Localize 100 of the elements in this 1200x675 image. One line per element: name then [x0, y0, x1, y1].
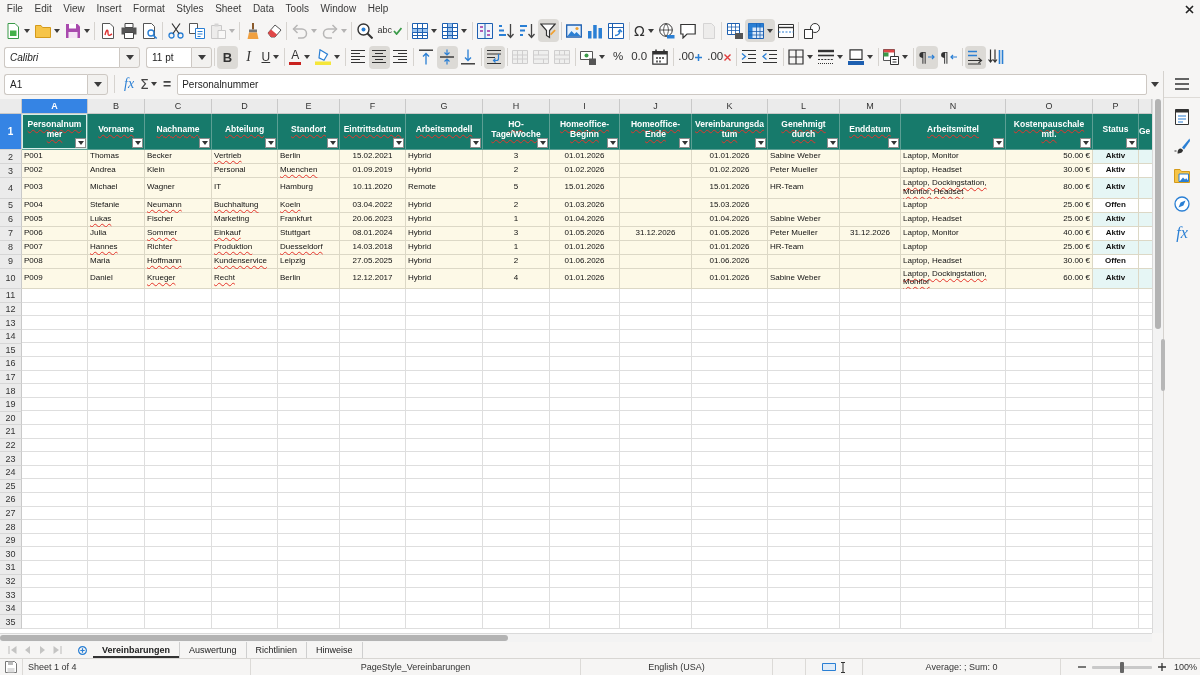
- row-header[interactable]: 3: [0, 164, 22, 178]
- column-header[interactable]: M: [840, 99, 901, 114]
- center-vertically-button[interactable]: [436, 45, 458, 69]
- row-header[interactable]: 4: [0, 178, 22, 199]
- column-header[interactable]: O: [1006, 99, 1093, 114]
- bold-button[interactable]: B: [217, 45, 238, 69]
- text-direction-button[interactable]: [964, 45, 986, 69]
- plus-icon[interactable]: [1157, 663, 1166, 671]
- column-header[interactable]: C: [145, 99, 212, 114]
- delete-decimal-button[interactable]: .00: [704, 45, 734, 69]
- menu-item[interactable]: Data: [247, 2, 280, 16]
- vertical-scrollbar[interactable]: [1152, 99, 1163, 633]
- sheet-tab[interactable]: Hinweise: [307, 642, 363, 658]
- row-header[interactable]: 2: [0, 150, 22, 164]
- row-header[interactable]: 31: [0, 561, 22, 575]
- close-icon[interactable]: [1185, 4, 1194, 14]
- font-size-field[interactable]: 11 pt: [146, 46, 191, 68]
- sheet-tab[interactable]: Auswertung: [180, 642, 247, 658]
- menu-item[interactable]: Format: [127, 2, 171, 16]
- row-header[interactable]: 16: [0, 357, 22, 371]
- filter-button[interactable]: [537, 138, 548, 148]
- right-to-left-button[interactable]: ¶: [937, 45, 960, 69]
- column-header[interactable]: N: [901, 99, 1006, 114]
- menu-item[interactable]: Help: [361, 2, 395, 16]
- sum-button[interactable]: Σ: [137, 74, 160, 94]
- spelling-button[interactable]: abc: [375, 19, 405, 42]
- minus-icon[interactable]: [1077, 666, 1086, 668]
- function-wizard-button[interactable]: fx: [121, 74, 138, 94]
- column-header[interactable]: I: [550, 99, 620, 114]
- menu-item[interactable]: Window: [314, 2, 362, 16]
- filter-button[interactable]: [265, 138, 276, 148]
- filter-button[interactable]: [888, 138, 899, 148]
- zoom-slider-thumb[interactable]: [1119, 661, 1124, 673]
- filter-button[interactable]: [75, 138, 86, 148]
- row-header[interactable]: 11: [0, 289, 22, 303]
- column-header[interactable]: P: [1093, 99, 1139, 114]
- filter-button[interactable]: [827, 138, 838, 148]
- menu-item[interactable]: Insert: [90, 2, 128, 16]
- formula-input[interactable]: Personalnummer: [177, 73, 1147, 95]
- percent-button[interactable]: %: [607, 45, 629, 69]
- filter-button[interactable]: [327, 138, 338, 148]
- dropdown-button[interactable]: [119, 46, 140, 68]
- scrollbar-thumb[interactable]: [1155, 99, 1161, 329]
- functions-button[interactable]: fx: [1168, 218, 1196, 247]
- autofilter-button[interactable]: [537, 19, 559, 42]
- underline-button[interactable]: U: [259, 45, 282, 69]
- filter-button[interactable]: [993, 138, 1004, 148]
- sheet-tab[interactable]: Richtlinien: [246, 642, 308, 658]
- column-header[interactable]: K: [692, 99, 768, 114]
- sidebar-collapse-handle[interactable]: [1161, 339, 1165, 391]
- filter-button[interactable]: [199, 138, 210, 148]
- row-header[interactable]: 21: [0, 425, 22, 439]
- scrollbar-thumb[interactable]: [0, 635, 508, 641]
- filter-button[interactable]: [679, 138, 690, 148]
- filter-button[interactable]: [470, 138, 481, 148]
- row-header[interactable]: 23: [0, 452, 22, 466]
- dropdown-button[interactable]: [87, 73, 108, 95]
- row-header[interactable]: 13: [0, 316, 22, 330]
- menu-item[interactable]: Styles: [170, 2, 210, 16]
- filter-button[interactable]: [1126, 138, 1137, 148]
- align-center-button[interactable]: [368, 45, 390, 69]
- column-header[interactable]: A: [22, 99, 88, 114]
- filter-button[interactable]: [607, 138, 618, 148]
- filter-button[interactable]: [755, 138, 766, 148]
- filter-button[interactable]: [393, 138, 404, 148]
- row-header[interactable]: 10: [0, 268, 22, 290]
- text-cursor-icon[interactable]: [840, 661, 846, 673]
- column-header[interactable]: J: [620, 99, 692, 114]
- row-header[interactable]: 18: [0, 384, 22, 398]
- freeze-button[interactable]: [745, 19, 776, 42]
- column-header[interactable]: L: [768, 99, 840, 114]
- menu-item[interactable]: View: [57, 2, 91, 16]
- menu-item[interactable]: Edit: [28, 2, 58, 16]
- number-format-button[interactable]: 0.0: [628, 45, 650, 69]
- font-name-field[interactable]: Calibri: [4, 46, 119, 68]
- column-header[interactable]: B: [88, 99, 145, 114]
- row-header[interactable]: 35: [0, 615, 22, 630]
- wrap-text-button[interactable]: [483, 45, 505, 69]
- menu-item[interactable]: Sheet: [209, 2, 248, 16]
- left-to-right-button[interactable]: ¶: [915, 45, 938, 69]
- sheet-tab[interactable]: Vereinbarungen: [93, 642, 181, 658]
- row-header[interactable]: 28: [0, 520, 22, 534]
- column-header[interactable]: G: [406, 99, 483, 114]
- add-sheet-button[interactable]: [75, 643, 89, 657]
- menu-icon[interactable]: [1175, 77, 1189, 91]
- column-header[interactable]: H: [483, 99, 550, 114]
- menu-item[interactable]: Tools: [279, 2, 315, 16]
- column-header[interactable]: D: [212, 99, 278, 114]
- row-header[interactable]: 33: [0, 588, 22, 602]
- menu-item[interactable]: File: [1, 2, 29, 16]
- special-character-button[interactable]: Ω: [631, 19, 657, 42]
- column-header[interactable]: F: [340, 99, 406, 114]
- row-header[interactable]: 1: [0, 114, 22, 150]
- filter-button[interactable]: [1080, 138, 1091, 148]
- italic-button[interactable]: I: [238, 45, 259, 69]
- dropdown-button[interactable]: [191, 46, 212, 68]
- font-color-button[interactable]: A: [286, 45, 313, 69]
- add-decimal-button[interactable]: .00: [675, 45, 705, 69]
- row-header[interactable]: 30: [0, 547, 22, 562]
- column-header[interactable]: E: [278, 99, 340, 114]
